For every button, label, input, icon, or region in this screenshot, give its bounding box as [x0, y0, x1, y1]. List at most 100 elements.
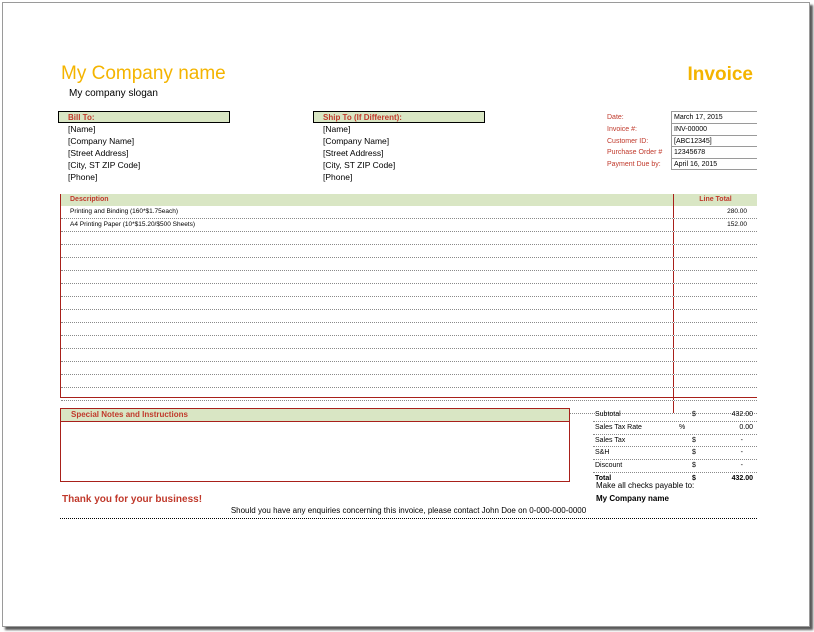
total-value: 432.00: [731, 474, 753, 482]
item-line-total[interactable]: [673, 375, 757, 387]
item-line-total[interactable]: [673, 388, 757, 400]
item-line-total[interactable]: [673, 323, 757, 335]
sales-tax-value: -: [740, 436, 743, 444]
table-row[interactable]: Printing and Binding (160*$1.75each) 280.…: [61, 206, 757, 219]
bill-to-city[interactable]: [City, ST ZIP Code]: [68, 159, 230, 171]
contact-line: Should you have any enquiries concerning…: [230, 506, 587, 515]
sh-row: S&H $ -: [593, 447, 757, 461]
item-line-total[interactable]: 280.00: [673, 206, 757, 218]
payable-to-company[interactable]: My Company name: [596, 494, 669, 503]
purchase-order-label: Purchase Order #: [607, 149, 663, 157]
invoice-number-label: Invoice #:: [607, 125, 637, 133]
item-line-total[interactable]: [673, 362, 757, 374]
table-row[interactable]: [61, 336, 757, 349]
customer-id-value[interactable]: [ABC12345]: [671, 134, 757, 147]
ship-to-street[interactable]: [Street Address]: [323, 147, 485, 159]
item-description[interactable]: [61, 388, 673, 400]
table-row[interactable]: [61, 375, 757, 388]
bill-to-street[interactable]: [Street Address]: [68, 147, 230, 159]
table-row[interactable]: [61, 297, 757, 310]
discount-currency: $: [692, 462, 696, 470]
item-line-total[interactable]: [673, 349, 757, 361]
ship-to-phone[interactable]: [Phone]: [323, 171, 485, 183]
customer-id-label: Customer ID:: [607, 137, 649, 145]
totals-block: Subtotal $ 432.00 Sales Tax Rate % 0.00 …: [593, 409, 757, 485]
line-items-body: Printing and Binding (160*$1.75each) 280.…: [61, 206, 757, 414]
table-row[interactable]: [61, 232, 757, 245]
sh-currency: $: [692, 449, 696, 457]
item-description[interactable]: [61, 284, 673, 296]
sh-value[interactable]: -: [741, 447, 743, 458]
item-description[interactable]: [61, 297, 673, 309]
payment-due-value[interactable]: April 16, 2015: [671, 158, 757, 170]
purchase-order-value[interactable]: 12345678: [671, 146, 757, 159]
item-description[interactable]: Printing and Binding (160*$1.75each): [61, 206, 673, 218]
line-total-column-header: Line Total: [673, 194, 757, 206]
item-line-total[interactable]: [673, 284, 757, 296]
subtotal-row: Subtotal $ 432.00: [593, 409, 757, 422]
tax-rate-value[interactable]: 0.00: [739, 422, 753, 433]
item-description[interactable]: [61, 336, 673, 348]
item-description[interactable]: [61, 362, 673, 374]
item-description[interactable]: [61, 258, 673, 270]
bill-to-phone[interactable]: [Phone]: [68, 171, 230, 183]
thank-you-message: Thank you for your business!: [62, 494, 203, 505]
table-row[interactable]: A4 Printing Paper (10*$15.20/$500 Sheets…: [61, 219, 757, 232]
bill-to-header: Bill To:: [58, 111, 230, 123]
table-row[interactable]: [61, 362, 757, 375]
item-description[interactable]: [61, 232, 673, 244]
item-line-total[interactable]: 152.00: [673, 219, 757, 231]
sales-tax-currency: $: [692, 436, 696, 444]
date-label: Date:: [607, 114, 624, 121]
item-line-total[interactable]: [673, 271, 757, 283]
invoice-number-value[interactable]: INV-00000: [671, 122, 757, 135]
table-row[interactable]: [61, 310, 757, 323]
item-description[interactable]: [61, 310, 673, 322]
item-line-total[interactable]: [673, 232, 757, 244]
bill-to-company[interactable]: [Company Name]: [68, 135, 230, 147]
item-description[interactable]: [61, 323, 673, 335]
item-description[interactable]: A4 Printing Paper (10*$15.20/$500 Sheets…: [61, 219, 673, 231]
item-line-total[interactable]: [673, 310, 757, 322]
payable-to-text: Make all checks payable to:: [596, 481, 695, 490]
bill-to-name[interactable]: [Name]: [68, 123, 230, 135]
table-row[interactable]: [61, 388, 757, 401]
table-row[interactable]: [61, 258, 757, 271]
company-slogan[interactable]: My company slogan: [69, 88, 158, 99]
notes-box[interactable]: Special Notes and Instructions: [60, 408, 570, 482]
ship-to-company[interactable]: [Company Name]: [323, 135, 485, 147]
item-line-total[interactable]: [673, 297, 757, 309]
tax-rate-row: Sales Tax Rate % 0.00: [593, 422, 757, 435]
table-row[interactable]: [61, 245, 757, 258]
item-line-total[interactable]: [673, 245, 757, 257]
sh-label: S&H: [595, 449, 610, 457]
tax-rate-label: Sales Tax Rate: [595, 423, 642, 431]
item-description[interactable]: [61, 271, 673, 283]
notes-header: Special Notes and Instructions: [61, 409, 569, 422]
table-row[interactable]: [61, 284, 757, 297]
table-row[interactable]: [61, 271, 757, 284]
date-value[interactable]: March 17, 2015: [671, 111, 757, 123]
item-description[interactable]: [61, 375, 673, 387]
table-row[interactable]: [61, 349, 757, 362]
invoice-page: My Company name My company slogan Invoic…: [2, 2, 810, 627]
invoice-meta-values: March 17, 2015 INV-00000 [ABC12345] 1234…: [671, 111, 757, 170]
tax-rate-percent: %: [679, 423, 686, 431]
ship-to-name[interactable]: [Name]: [323, 123, 485, 135]
description-column-header: Description: [70, 196, 109, 203]
subtotal-value: 432.00: [731, 411, 753, 418]
item-description[interactable]: [61, 349, 673, 361]
invoice-meta-labels: Date: Invoice #: Customer ID: Purchase O…: [607, 112, 662, 171]
payment-due-label: Payment Due by:: [607, 161, 661, 169]
line-items-header: Description Line Total: [61, 194, 757, 206]
discount-value[interactable]: -: [741, 460, 743, 471]
discount-label: Discount: [595, 462, 623, 470]
item-description[interactable]: [61, 245, 673, 257]
company-name[interactable]: My Company name: [61, 63, 226, 85]
ship-to-city[interactable]: [City, ST ZIP Code]: [323, 159, 485, 171]
table-row[interactable]: [61, 323, 757, 336]
discount-row: Discount $ -: [593, 460, 757, 473]
item-line-total[interactable]: [673, 336, 757, 348]
subtotal-label: Subtotal: [595, 411, 621, 418]
item-line-total[interactable]: [673, 258, 757, 270]
